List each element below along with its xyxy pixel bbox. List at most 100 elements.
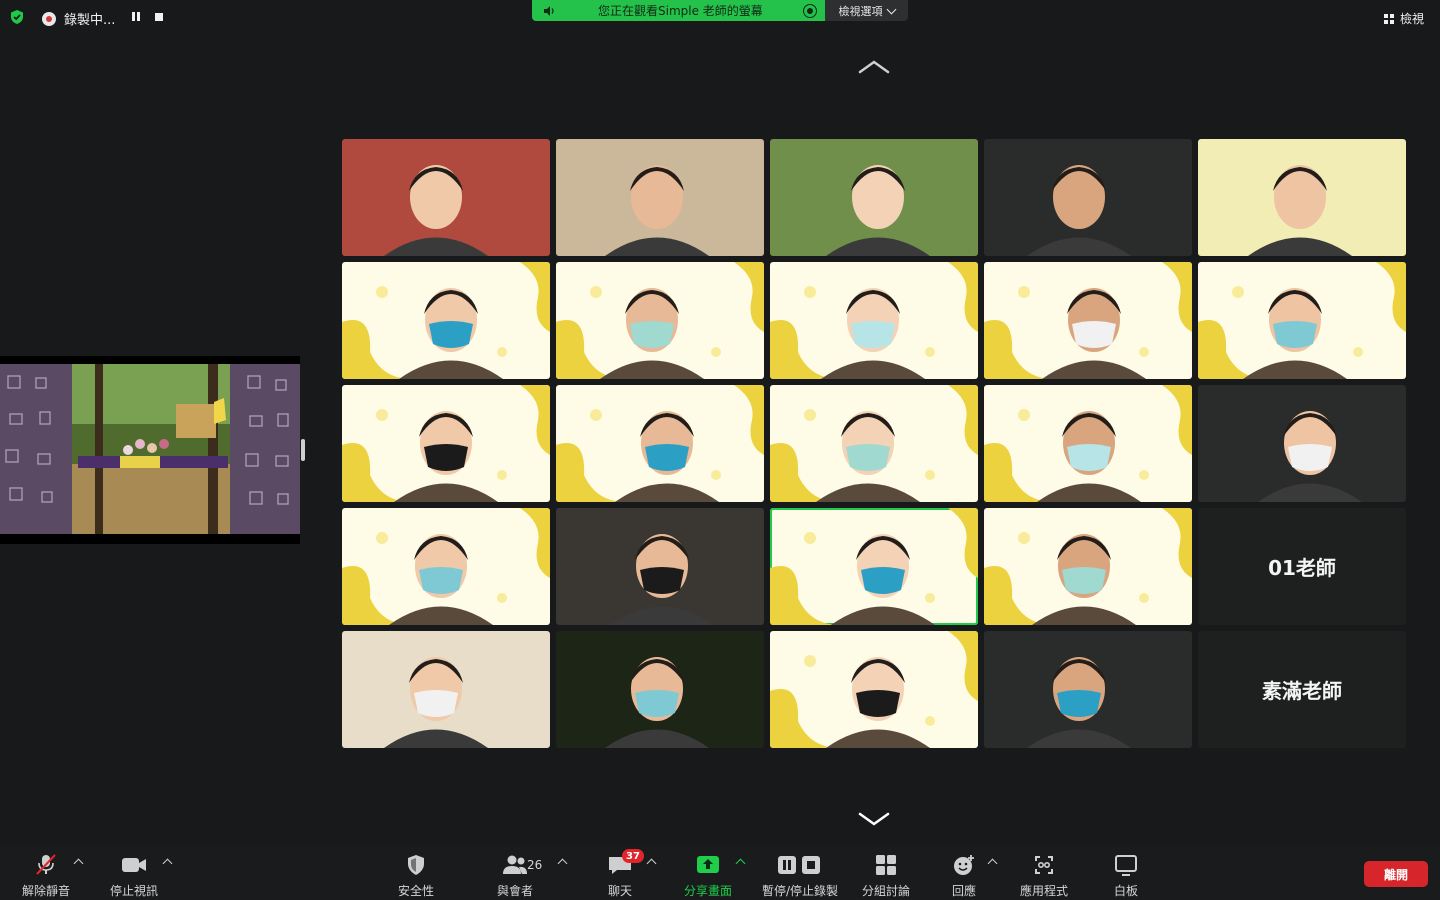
security-label: 安全性 — [398, 884, 435, 898]
grid-view-icon — [1383, 13, 1394, 24]
security-shield-icon — [408, 855, 424, 875]
pause-stop-recording-label: 暫停/停止錄製 — [762, 884, 839, 898]
audio-options-caret-icon[interactable] — [73, 858, 84, 869]
participant-video-tile[interactable] — [770, 385, 978, 502]
leave-meeting-button[interactable]: 離開 — [1364, 861, 1428, 887]
participant-video-tile[interactable] — [556, 508, 764, 625]
participant-video-feed — [384, 657, 488, 748]
participant-video-feed — [1248, 165, 1352, 256]
panel-resize-handle[interactable] — [301, 439, 305, 461]
participant-video-feed — [605, 165, 709, 256]
meeting-toolbar: 解除靜音 停止視訊 安全性 26 與會者 37 聊天 分享畫面 暫停/停止錄製 … — [0, 847, 1440, 900]
participant-video-tile[interactable] — [984, 139, 1192, 256]
participant-video-tile[interactable] — [342, 139, 550, 256]
participant-video-tile[interactable] — [342, 631, 550, 748]
reactions-options-caret-icon[interactable] — [987, 858, 998, 869]
view-options-label: 檢視選項 — [838, 4, 883, 18]
shared-screen-image — [0, 364, 300, 534]
unmute-button[interactable]: 解除靜音 — [22, 853, 70, 899]
chat-unread-badge: 37 — [622, 849, 644, 863]
participant-video-tile[interactable] — [984, 262, 1192, 379]
microphone-muted-icon — [36, 854, 56, 875]
shared-screen-panel[interactable] — [0, 356, 300, 544]
participant-video-tile[interactable] — [556, 139, 764, 256]
video-options-caret-icon[interactable] — [162, 858, 173, 869]
participant-video-tile[interactable] — [770, 139, 978, 256]
share-screen-label: 分享畫面 — [684, 884, 733, 898]
chevron-down-icon — [886, 4, 896, 14]
reactions-button[interactable]: 回應 — [950, 853, 978, 899]
apps-icon — [1035, 856, 1053, 874]
participant-video-tile[interactable] — [342, 508, 550, 625]
stop-video-label: 停止視訊 — [110, 884, 159, 898]
participant-video-feed — [556, 385, 764, 502]
chat-options-caret-icon[interactable] — [646, 858, 657, 869]
apps-label: 應用程式 — [1020, 884, 1069, 898]
participant-video-feed — [984, 385, 1192, 502]
participants-icon — [503, 855, 527, 874]
next-page-arrow-icon[interactable] — [858, 812, 890, 826]
video-camera-icon — [122, 858, 146, 872]
participant-video-tile[interactable] — [984, 508, 1192, 625]
participant-video-tile[interactable] — [1198, 262, 1406, 379]
previous-page-arrow-icon[interactable] — [858, 60, 890, 74]
chat-button[interactable]: 37 聊天 — [606, 849, 644, 899]
top-bar: 錄製中... 您正在觀看Simple 老師的螢幕 檢視選項 檢視 — [0, 0, 1440, 34]
participant-video-feed — [984, 262, 1192, 379]
chat-label: 聊天 — [607, 884, 632, 898]
reactions-smiley-icon — [954, 855, 974, 875]
security-shield-icon[interactable] — [9, 9, 25, 25]
participant-video-feed — [826, 165, 930, 256]
view-options-button[interactable]: 檢視選項 — [825, 0, 908, 21]
participant-tile-name-only[interactable]: 01老師 — [1198, 508, 1406, 625]
breakout-rooms-button[interactable]: 分組討論 — [862, 853, 910, 899]
participant-video-tile[interactable] — [1198, 139, 1406, 256]
participant-video-tile[interactable] — [556, 385, 764, 502]
participant-video-tile[interactable] — [770, 508, 978, 625]
pause-stop-recording-button[interactable]: 暫停/停止錄製 — [762, 853, 838, 899]
participant-video-tile[interactable] — [770, 631, 978, 748]
whiteboard-icon — [1115, 855, 1137, 876]
participant-video-tile[interactable] — [556, 631, 764, 748]
participant-video-tile[interactable] — [984, 631, 1192, 748]
participant-video-feed — [1198, 262, 1406, 379]
participants-options-caret-icon[interactable] — [557, 858, 568, 869]
whiteboard-label: 白板 — [1113, 884, 1138, 898]
stop-video-button[interactable]: 停止視訊 — [110, 853, 158, 899]
participants-button[interactable]: 26 與會者 — [497, 853, 542, 899]
participant-video-feed — [1258, 411, 1362, 502]
breakout-rooms-label: 分組討論 — [862, 884, 911, 898]
participant-video-feed — [770, 385, 978, 502]
breakout-rooms-icon — [876, 855, 896, 875]
apps-button[interactable]: 應用程式 — [1020, 853, 1068, 899]
participant-video-feed — [605, 657, 709, 748]
participant-name: 素滿老師 — [1262, 679, 1342, 703]
participant-video-feed — [984, 508, 1192, 625]
pause-recording-icon[interactable] — [130, 11, 142, 23]
share-options-caret-icon[interactable] — [735, 858, 746, 869]
participant-video-feed — [384, 165, 488, 256]
recording-indicator: 錄製中... — [42, 9, 115, 28]
view-label: 檢視 — [1399, 12, 1424, 26]
security-button[interactable]: 安全性 — [398, 853, 434, 899]
participant-video-tile[interactable] — [342, 385, 550, 502]
participant-video-feed — [770, 262, 978, 379]
view-button[interactable]: 檢視 — [1383, 10, 1424, 27]
participant-video-feed — [1027, 657, 1131, 748]
participant-grid: 01老師素滿老師 — [342, 139, 1406, 748]
participant-video-tile[interactable] — [770, 262, 978, 379]
screen-share-banner: 您正在觀看Simple 老師的螢幕 — [532, 0, 825, 21]
participant-video-tile[interactable] — [342, 262, 550, 379]
participant-tile-name-only[interactable]: 素滿老師 — [1198, 631, 1406, 748]
recording-label: 錄製中... — [64, 13, 116, 28]
pause-stop-recording-icon — [778, 856, 821, 874]
share-screen-button[interactable]: 分享畫面 — [684, 853, 732, 899]
participant-video-tile[interactable] — [556, 262, 764, 379]
participant-video-feed — [556, 262, 764, 379]
participant-name: 01老師 — [1268, 556, 1336, 580]
participant-video-tile[interactable] — [984, 385, 1192, 502]
whiteboard-button[interactable]: 白板 — [1112, 853, 1140, 899]
stop-recording-icon[interactable] — [154, 11, 166, 23]
recording-dot-icon — [42, 11, 56, 26]
participant-video-tile[interactable] — [1198, 385, 1406, 502]
